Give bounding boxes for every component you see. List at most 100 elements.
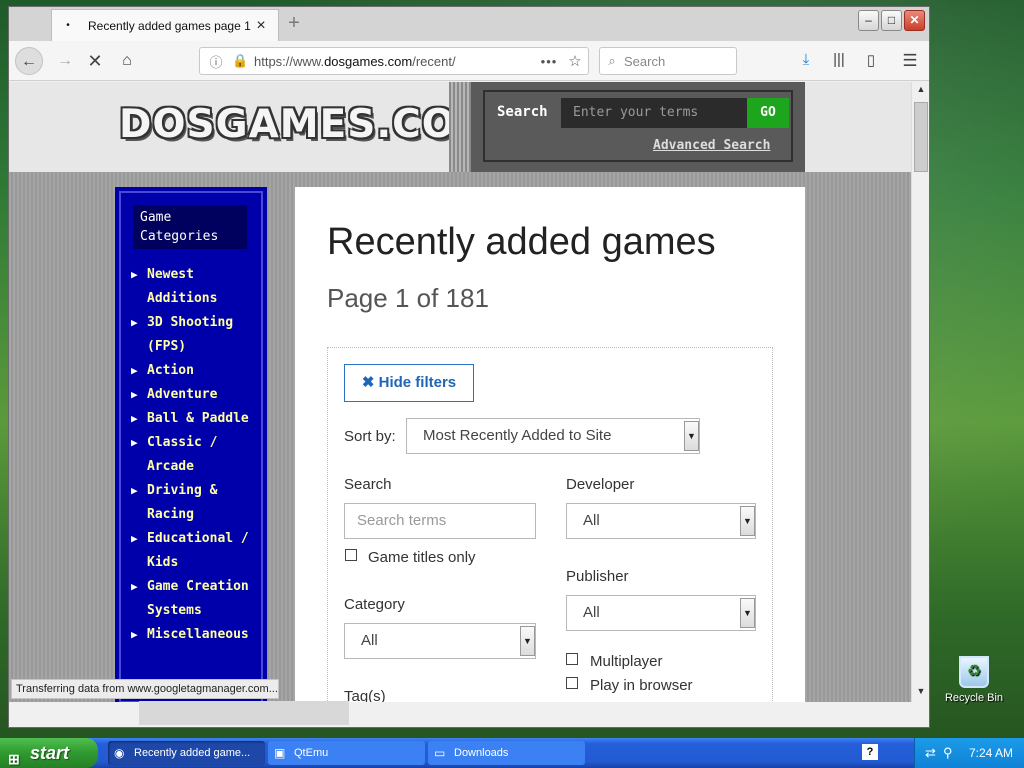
taskbar-item-qtemu[interactable]: ▣ QtEmu	[268, 741, 425, 765]
network-icon[interactable]: ⇄	[925, 738, 936, 768]
titles-only-label[interactable]: Game titles only	[368, 549, 476, 566]
search-label: Search	[344, 476, 392, 493]
category-select[interactable]: All ▼	[344, 623, 536, 659]
tags-label: Tag(s)	[344, 688, 386, 702]
triangle-right-icon: ▶	[131, 388, 138, 401]
status-bar: Transferring data from www.googletagmana…	[11, 679, 279, 699]
start-button[interactable]: ⊞ start	[0, 738, 98, 768]
folder-icon: ▭	[434, 746, 446, 760]
system-tray: ⇄ ⚲ 7:24 AM	[914, 738, 1024, 768]
category-label: Category	[344, 596, 405, 613]
page-viewport: DOSGAMES.COM Search Enter your terms GO …	[9, 82, 911, 702]
lock-icon[interactable]: 🔒	[232, 53, 248, 69]
sidebar-item-3d-shooting[interactable]: ▶ 3D Shooting (FPS)	[131, 311, 257, 359]
minimize-button[interactable]: –	[858, 10, 879, 31]
triangle-right-icon: ▶	[131, 316, 138, 329]
recycle-bin[interactable]: ♻ Recycle Bin	[944, 656, 1004, 704]
sidebar-heading: Game Categories	[133, 205, 247, 249]
tab-active[interactable]: • Recently added games page 1 ×	[51, 9, 279, 41]
triangle-right-icon: ▶	[131, 628, 138, 641]
browser-icon: ◉	[114, 746, 125, 760]
sort-select[interactable]: Most Recently Added to Site ▼	[406, 418, 700, 454]
stop-icon[interactable]: ✕	[81, 47, 109, 75]
page-actions-icon[interactable]: •••	[536, 54, 562, 69]
download-icon[interactable]: ⤓	[795, 51, 817, 73]
triangle-right-icon: ▶	[131, 436, 138, 449]
tab-bar: • Recently added games page 1 × + – □ ✕	[9, 7, 929, 41]
windows-logo-icon: ⊞	[8, 751, 20, 767]
taskbar-item-downloads[interactable]: ▭ Downloads	[428, 741, 585, 765]
hide-filters-button[interactable]: ✖ Hide filters	[344, 364, 474, 402]
chevron-down-icon[interactable]: ▼	[740, 506, 755, 536]
multiplayer-label[interactable]: Multiplayer	[590, 653, 663, 670]
clock[interactable]: 7:24 AM	[969, 738, 1013, 768]
sidebar-item-miscellaneous[interactable]: ▶ Miscellaneous	[131, 623, 257, 647]
browser-search-input[interactable]: ⌕ Search	[599, 47, 737, 75]
category-sidebar: Game Categories ▶ Newest Additions ▶ 3D Sh…	[115, 187, 267, 702]
play-in-browser-checkbox[interactable]	[566, 677, 578, 689]
sidebar-item-educational[interactable]: ▶ Educational / Kids	[131, 527, 257, 575]
sidebar-item-classic-arcade[interactable]: ▶ Classic / Arcade	[131, 431, 257, 479]
triangle-right-icon: ▶	[131, 532, 138, 545]
developer-select[interactable]: All ▼	[566, 503, 756, 539]
url-text[interactable]: https://www.dosgames.com/recent/	[254, 54, 536, 69]
site-search-label: Search	[497, 104, 548, 120]
search-tray-icon[interactable]: ⚲	[943, 738, 953, 768]
sidebar-item-game-creation[interactable]: ▶ Game Creation Systems	[131, 575, 257, 623]
triangle-right-icon: ▶	[131, 268, 138, 281]
vertical-scrollbar[interactable]: ▲ ▼	[911, 82, 929, 702]
sidebar-icon[interactable]: ▯	[860, 51, 882, 73]
category-list: ▶ Newest Additions ▶ 3D Shooting (FPS) ▶ Ac…	[131, 263, 257, 647]
site-logo[interactable]: DOSGAMES.COM	[119, 102, 496, 147]
help-icon[interactable]: ?	[862, 744, 878, 760]
library-icon[interactable]: |||	[828, 51, 850, 73]
close-window-button[interactable]: ✕	[904, 10, 925, 31]
page-title: Recently added games	[327, 221, 716, 263]
sidebar-item-newest[interactable]: ▶ Newest Additions	[131, 263, 257, 311]
forward-icon[interactable]: →	[51, 47, 79, 75]
chevron-down-icon[interactable]: ▼	[520, 626, 535, 656]
scroll-up-icon[interactable]: ▲	[914, 84, 928, 98]
horizontal-scrollbar[interactable]	[139, 701, 349, 725]
close-tab-icon[interactable]: ×	[254, 17, 268, 35]
loading-icon: •	[66, 20, 70, 31]
play-in-browser-label[interactable]: Play in browser	[590, 677, 693, 694]
maximize-button[interactable]: □	[881, 10, 902, 31]
scroll-down-icon[interactable]: ▼	[914, 686, 928, 700]
filters-panel: ✖ Hide filters Sort by: Most Recently Ad…	[327, 347, 773, 702]
hamburger-menu-icon[interactable]: ☰	[899, 51, 921, 73]
scrollbar-thumb[interactable]	[914, 102, 928, 172]
recycle-bin-icon[interactable]: ♻	[959, 656, 989, 688]
sort-label: Sort by:	[344, 428, 396, 445]
browser-window: • Recently added games page 1 × + – □ ✕ …	[8, 6, 930, 728]
multiplayer-checkbox[interactable]	[566, 653, 578, 665]
chevron-down-icon[interactable]: ▼	[740, 598, 755, 628]
publisher-select[interactable]: All ▼	[566, 595, 756, 631]
site-search-input[interactable]: Enter your terms	[561, 98, 747, 128]
sidebar-item-ball-paddle[interactable]: ▶ Ball & Paddle	[131, 407, 257, 431]
advanced-search-link[interactable]: Advanced Search	[653, 138, 770, 153]
titles-only-checkbox[interactable]	[345, 549, 357, 561]
go-button[interactable]: GO	[747, 98, 789, 128]
home-icon[interactable]: ⌂	[113, 47, 141, 75]
developer-label: Developer	[566, 476, 635, 493]
sidebar-item-action[interactable]: ▶ Action	[131, 359, 257, 383]
navigation-toolbar: ← → ✕ ⌂ ⓘ 🔒 https://www.dosgames.com/rec…	[9, 41, 929, 81]
info-icon[interactable]: ⓘ	[206, 52, 226, 71]
bookmark-star-icon[interactable]: ☆	[562, 52, 588, 70]
tab-title: Recently added games page 1	[88, 18, 251, 33]
back-icon[interactable]: ←	[15, 47, 43, 75]
site-search-panel: Search Enter your terms GO Advanced Sear…	[471, 82, 805, 172]
sidebar-item-driving-racing[interactable]: ▶ Driving & Racing	[131, 479, 257, 527]
taskbar-item-browser[interactable]: ◉ Recently added game...	[108, 741, 265, 765]
header-divider	[449, 82, 471, 172]
search-input[interactable]: Search terms	[344, 503, 536, 539]
triangle-right-icon: ▶	[131, 412, 138, 425]
chevron-down-icon[interactable]: ▼	[684, 421, 699, 451]
taskbar: ⊞ start ◉ Recently added game... ▣ QtEmu…	[0, 738, 1024, 768]
recycle-bin-label: Recycle Bin	[944, 692, 1004, 704]
new-tab-icon[interactable]: +	[283, 13, 305, 35]
sidebar-item-adventure[interactable]: ▶ Adventure	[131, 383, 257, 407]
triangle-right-icon: ▶	[131, 484, 138, 497]
address-bar[interactable]: ⓘ 🔒 https://www.dosgames.com/recent/ •••…	[199, 47, 589, 75]
